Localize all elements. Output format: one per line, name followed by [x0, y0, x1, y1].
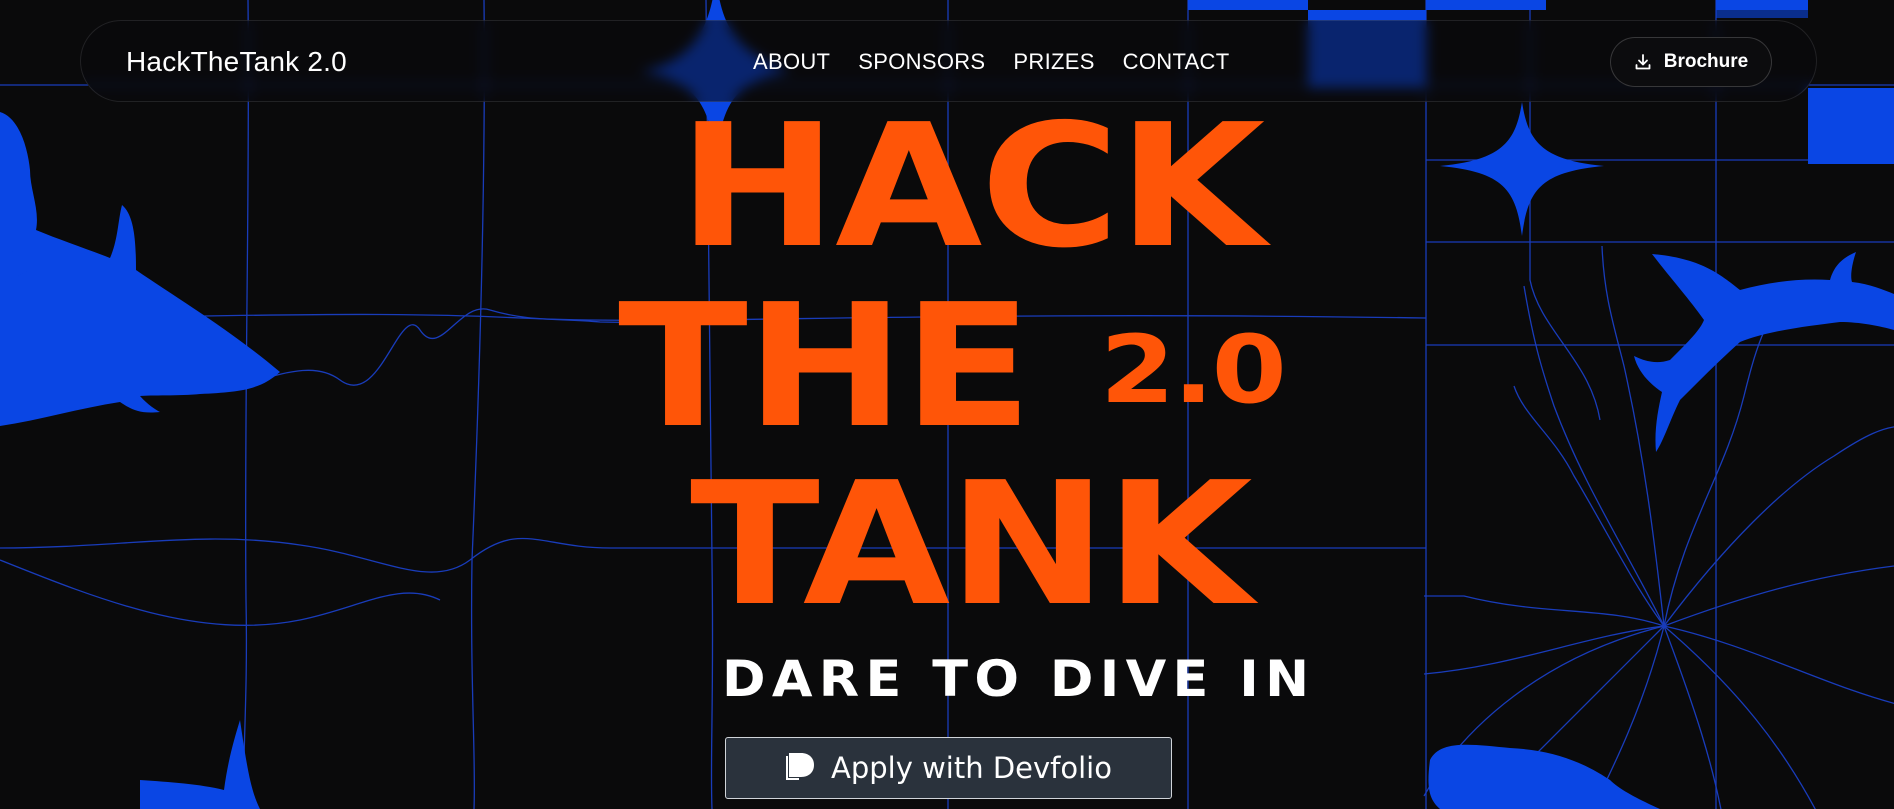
nav-link-prizes[interactable]: PRIZES — [1013, 49, 1094, 75]
hero-line-tank: TANK — [690, 446, 1253, 644]
apply-with-devfolio-button[interactable]: Apply with Devfolio — [725, 737, 1172, 799]
shark-left — [0, 112, 280, 426]
page: HackTheTank 2.0 ABOUT SPONSORS PRIZES CO… — [0, 0, 1894, 809]
brand-logo-text[interactable]: HackTheTank 2.0 — [126, 21, 347, 103]
shark-bottom-left — [140, 720, 260, 809]
nav-link-about[interactable]: ABOUT — [753, 49, 830, 75]
apply-label: Apply with Devfolio — [831, 751, 1112, 785]
devfolio-logo-icon — [785, 749, 817, 788]
nav-link-sponsors[interactable]: SPONSORS — [858, 49, 985, 75]
brochure-label: Brochure — [1663, 51, 1749, 72]
download-icon — [1634, 53, 1652, 71]
hero-version: 2.0 — [1100, 316, 1287, 425]
hero-tagline: DARE TO DIVE IN — [722, 650, 1316, 708]
hero-line-hack: HACK — [678, 88, 1265, 286]
nav-link-contact[interactable]: CONTACT — [1123, 49, 1230, 75]
hero-line-the: THE — [618, 268, 1033, 466]
shark-right — [1634, 252, 1894, 452]
shark-bottom-right — [1428, 744, 1660, 809]
brochure-button[interactable]: Brochure — [1610, 37, 1772, 87]
